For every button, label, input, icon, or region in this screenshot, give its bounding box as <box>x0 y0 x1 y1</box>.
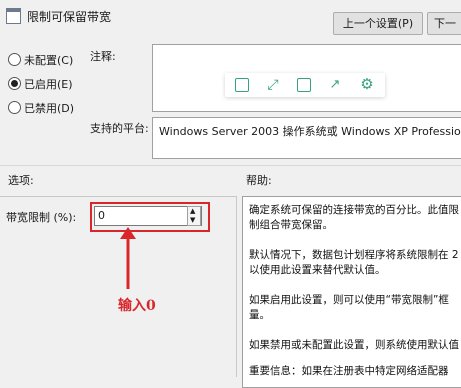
help-paragraph-3: 如果启用此设置，则可以使用“带宽限制”框量。 <box>249 294 449 321</box>
divider <box>0 165 461 166</box>
radio-circle[interactable] <box>8 77 21 90</box>
comment-textarea[interactable]: ⤢ ↗ ⚙ <box>152 44 461 112</box>
bandwidth-value: 0 <box>98 209 105 222</box>
help-paragraph-5: 重要信息：如果在注册表中特定网络适配器 <box>249 365 449 377</box>
radio-label: 已禁用(D) <box>24 102 75 115</box>
prev-setting-button[interactable]: 上一个设置(P) <box>333 12 423 35</box>
radio-circle[interactable] <box>8 101 21 114</box>
radio-circle[interactable] <box>8 53 21 66</box>
help-section-label: 帮助: <box>246 174 272 187</box>
platform-box: Windows Server 2003 操作系统或 Windows XP Pro… <box>152 117 461 159</box>
spinner[interactable]: ▲ ▼ <box>187 206 201 226</box>
platform-label: 支持的平台: <box>90 122 149 135</box>
settings-icon[interactable]: ⚙ <box>359 76 375 92</box>
options-panel: 带宽限制 (%): 0 ▲ ▼ 输入0 <box>0 196 237 377</box>
radio-label: 未配置(C) <box>24 54 74 67</box>
radio-label: 已启用(E) <box>24 78 73 91</box>
floating-toolbar: ⤢ ↗ ⚙ <box>225 73 385 97</box>
bandwidth-label: 带宽限制 (%): <box>6 211 77 224</box>
options-section-label: 选项: <box>8 174 34 187</box>
expand-icon[interactable]: ⤢ <box>265 77 281 93</box>
help-paragraph-1: 确定系统可保留的连接带宽的百分比。此值限制组合带宽保留。 <box>249 204 459 231</box>
spin-up-icon[interactable]: ▲ <box>190 207 195 216</box>
platform-value: Windows Server 2003 操作系统或 Windows XP Pro… <box>159 125 461 138</box>
help-panel: 确定系统可保留的连接带宽的百分比。此值限制组合带宽保留。 默认情况下，数据包计划… <box>242 196 461 388</box>
comment-label: 注释: <box>90 50 116 63</box>
spin-down-icon[interactable]: ▼ <box>190 216 195 225</box>
annotation-arrow <box>120 227 136 289</box>
window-title: 限制可保留带宽 <box>27 10 112 24</box>
next-setting-button[interactable]: 下一 <box>427 12 461 35</box>
copy-icon[interactable] <box>235 78 249 92</box>
title-bar: 限制可保留带宽 上一个设置(P) 下一 <box>0 0 461 42</box>
save-icon[interactable] <box>297 78 311 92</box>
help-paragraph-2: 默认情况下，数据包计划程序将系统限制在 2以使用此设置来替代默认值。 <box>249 249 459 276</box>
annotation-text: 输入0 <box>118 298 156 314</box>
window-icon <box>6 8 21 24</box>
help-paragraph-4: 如果禁用或未配置此设置，则系统使用默认值 <box>249 339 459 351</box>
bandwidth-spinbox[interactable]: 0 ▲ ▼ <box>94 206 202 226</box>
share-icon[interactable]: ↗ <box>327 77 343 93</box>
